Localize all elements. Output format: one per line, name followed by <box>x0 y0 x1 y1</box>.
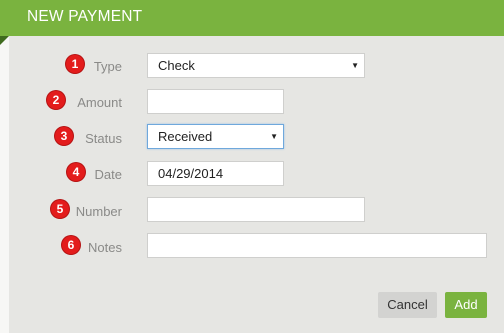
dialog-header: NEW PAYMENT <box>0 0 504 36</box>
new-payment-dialog: NEW PAYMENT 1 Type Check ▼ 2 Amount 3 St… <box>0 0 504 333</box>
dialog-title: NEW PAYMENT <box>27 8 143 25</box>
caret-down-icon: ▼ <box>270 132 278 141</box>
date-input[interactable]: 04/29/2014 <box>147 161 284 186</box>
status-label: Status <box>85 131 122 146</box>
caret-down-icon: ▼ <box>351 61 359 70</box>
number-label: Number <box>75 204 122 219</box>
type-label: Type <box>93 59 122 74</box>
amount-input[interactable] <box>147 89 284 114</box>
date-label: Date <box>94 167 122 182</box>
number-input[interactable] <box>147 197 365 222</box>
type-select-value: Check <box>158 58 195 73</box>
notes-label: Notes <box>88 240 122 255</box>
cancel-button[interactable]: Cancel <box>378 292 437 318</box>
add-button[interactable]: Add <box>445 292 487 318</box>
type-select[interactable]: Check ▼ <box>147 53 365 78</box>
notes-input[interactable] <box>147 233 487 258</box>
status-select[interactable]: Received ▼ <box>147 124 284 149</box>
amount-label: Amount <box>77 95 122 110</box>
amount-step-badge: 2 <box>47 91 65 109</box>
status-select-value: Received <box>158 129 213 144</box>
header-corner-fold <box>0 36 9 45</box>
dialog-left-strip <box>0 36 9 333</box>
